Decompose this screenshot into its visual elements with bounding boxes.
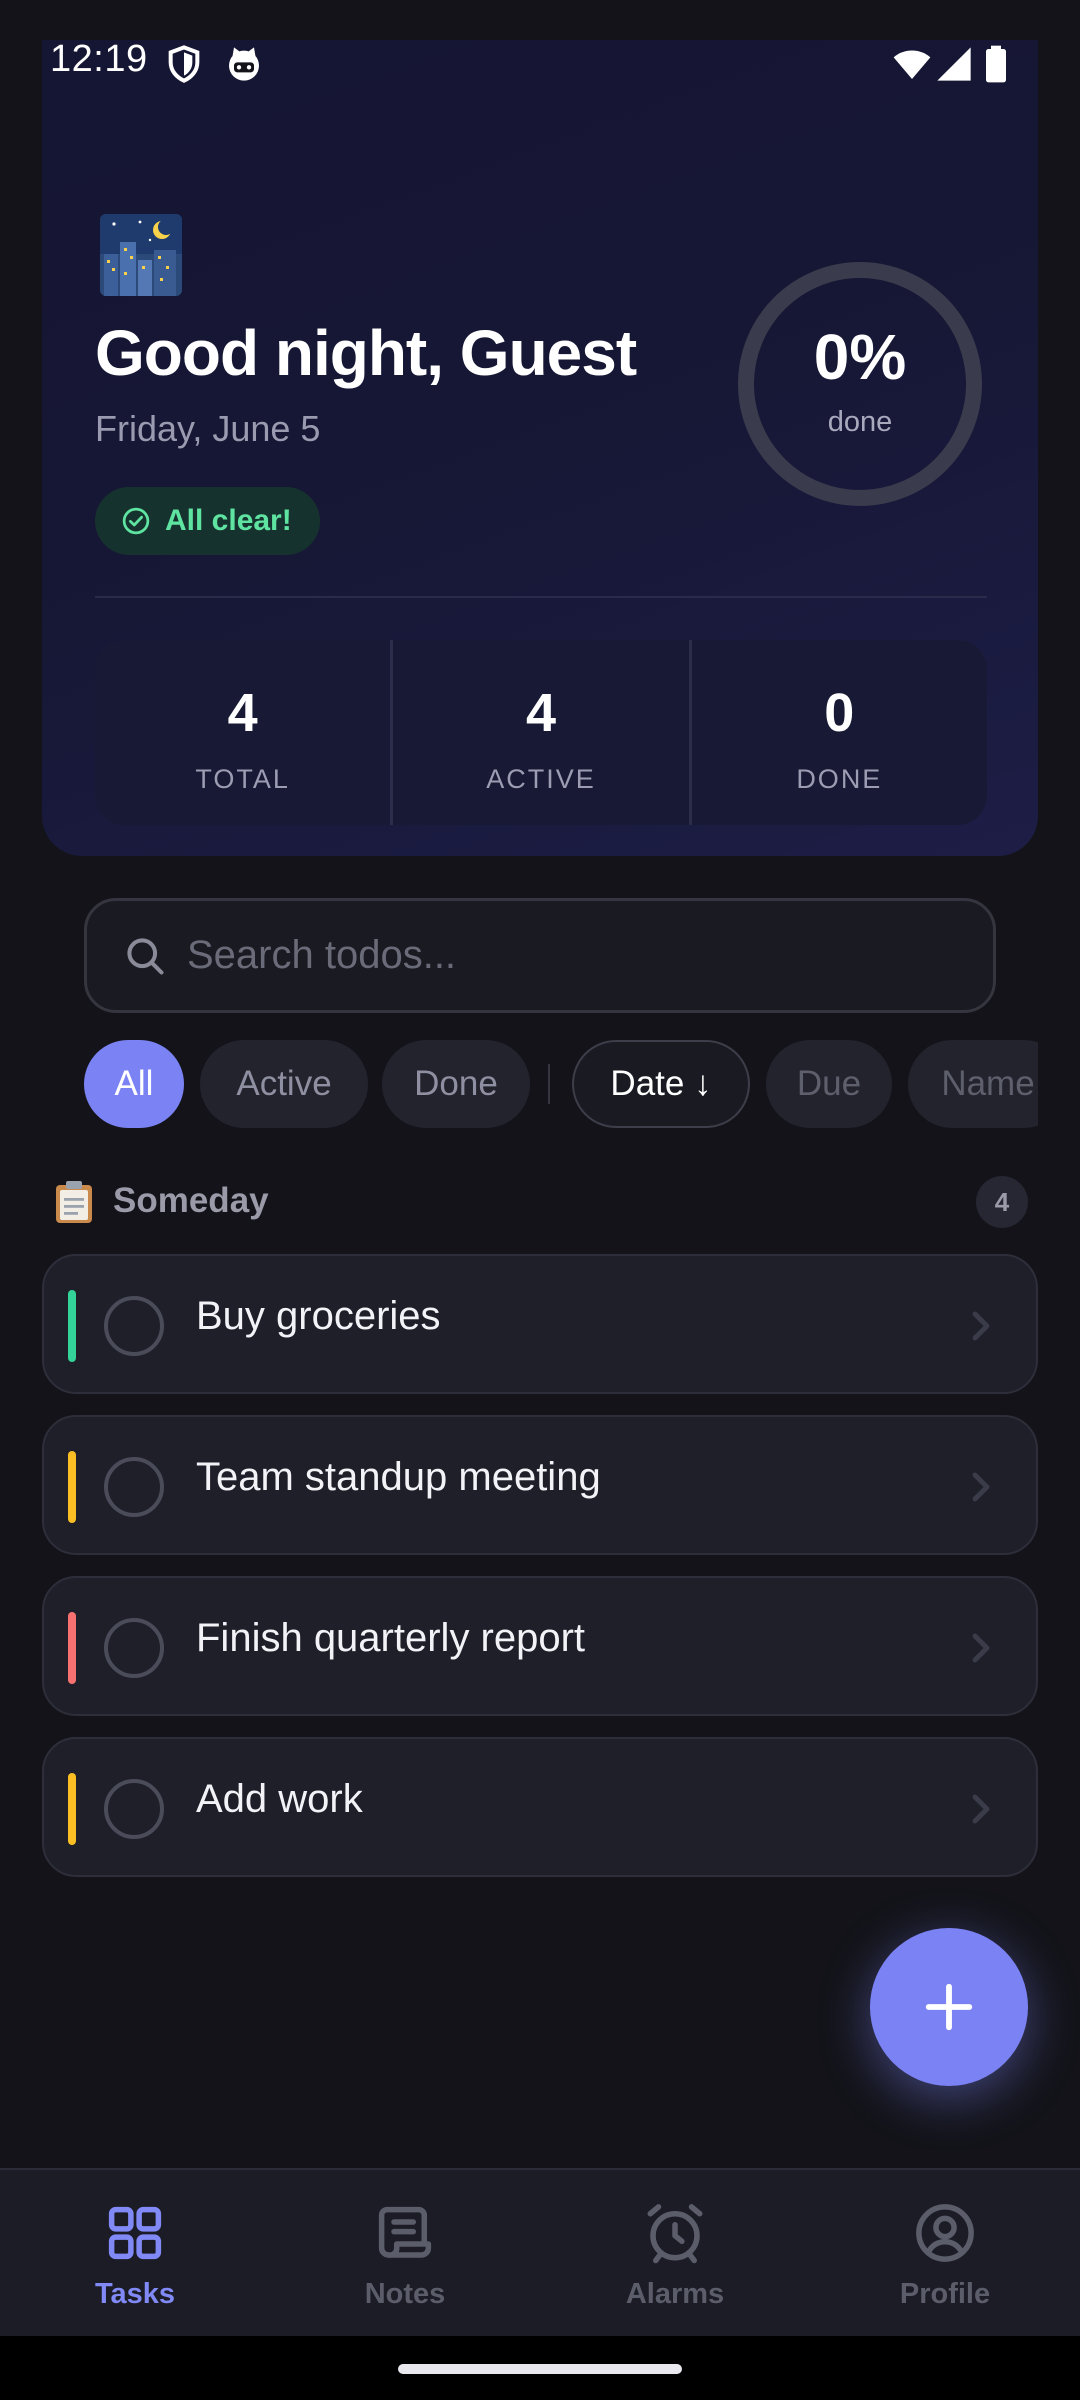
search-input[interactable] bbox=[187, 933, 947, 978]
task-checkbox[interactable] bbox=[104, 1779, 164, 1839]
night-city-icon bbox=[100, 214, 182, 296]
greeting-title: Good night, Guest bbox=[95, 317, 637, 389]
task-item[interactable]: Team standup meeting bbox=[42, 1415, 1038, 1555]
nav-alarms[interactable]: Alarms bbox=[540, 2170, 810, 2336]
badge-label: All clear! bbox=[165, 504, 292, 537]
filter-chips: All Active Done Date ↓ Due Name bbox=[84, 1040, 1038, 1128]
nav-label: Tasks bbox=[94, 2278, 176, 2310]
stat-active-label: ACTIVE bbox=[486, 764, 596, 794]
search-box[interactable] bbox=[84, 898, 996, 1013]
nav-label: Profile bbox=[899, 2278, 991, 2310]
stat-total: 4 TOTAL bbox=[95, 640, 394, 825]
home-indicator[interactable] bbox=[398, 2364, 682, 2374]
task-title: Buy groceries bbox=[196, 1294, 441, 1338]
priority-bar bbox=[68, 1451, 76, 1523]
user-icon bbox=[916, 2204, 974, 2262]
nav-label: Notes bbox=[364, 2278, 446, 2310]
add-task-button[interactable] bbox=[870, 1928, 1028, 2086]
task-title: Finish quarterly report bbox=[196, 1616, 586, 1660]
task-title: Team standup meeting bbox=[196, 1455, 601, 1499]
task-item[interactable]: Buy groceries bbox=[42, 1254, 1038, 1394]
filter-chip-done[interactable]: Done bbox=[382, 1040, 530, 1128]
grid-icon bbox=[108, 2206, 162, 2260]
task-checkbox[interactable] bbox=[104, 1618, 164, 1678]
filter-chip-all[interactable]: All bbox=[84, 1040, 184, 1128]
chevron-right-icon bbox=[972, 1311, 990, 1341]
section-count-badge: 4 bbox=[976, 1176, 1028, 1228]
section-title: Someday bbox=[113, 1181, 269, 1220]
stat-done: 0 DONE bbox=[692, 640, 987, 825]
divider bbox=[95, 596, 987, 598]
stat-total-value: 4 bbox=[227, 683, 258, 743]
nav-label: Alarms bbox=[625, 2278, 725, 2310]
alarm-icon bbox=[647, 2204, 703, 2264]
task-checkbox[interactable] bbox=[104, 1296, 164, 1356]
chevron-right-icon bbox=[972, 1472, 990, 1502]
progress-label: done bbox=[827, 406, 893, 438]
nav-tasks[interactable]: Tasks bbox=[0, 2170, 270, 2336]
stat-active: 4 ACTIVE bbox=[393, 640, 692, 825]
gesture-bar bbox=[0, 2336, 1080, 2400]
current-date: Friday, June 5 bbox=[95, 408, 321, 449]
priority-bar bbox=[68, 1773, 76, 1845]
clipboard-icon bbox=[56, 1181, 92, 1223]
stat-active-value: 4 bbox=[525, 683, 557, 743]
status-time: 12:19 bbox=[50, 38, 148, 80]
sort-chip-due[interactable]: Due bbox=[766, 1040, 892, 1128]
shield-icon bbox=[168, 45, 200, 83]
stat-done-value: 0 bbox=[824, 683, 855, 743]
filter-chip-active[interactable]: Active bbox=[200, 1040, 368, 1128]
chip-separator bbox=[548, 1064, 550, 1104]
sort-chip-date[interactable]: Date ↓ bbox=[572, 1040, 750, 1128]
chevron-right-icon bbox=[972, 1633, 990, 1663]
wifi-icon bbox=[893, 50, 931, 79]
check-circle-icon bbox=[122, 507, 150, 535]
bottom-nav: Tasks Notes Alarms Profile bbox=[0, 2168, 1080, 2336]
priority-bar bbox=[68, 1290, 76, 1362]
stat-done-label: DONE bbox=[796, 764, 883, 794]
cat-notification-icon bbox=[229, 47, 259, 81]
progress-percent: 0% bbox=[813, 321, 907, 393]
plus-icon bbox=[925, 1983, 973, 2031]
scroll-icon bbox=[378, 2206, 432, 2258]
stats-panel: 4 TOTAL 4 ACTIVE 0 DONE bbox=[95, 640, 987, 825]
task-title: Add work bbox=[196, 1777, 363, 1821]
status-badge: All clear! bbox=[95, 487, 320, 555]
nav-notes[interactable]: Notes bbox=[270, 2170, 540, 2336]
task-checkbox[interactable] bbox=[104, 1457, 164, 1517]
sort-chip-name[interactable]: Name bbox=[908, 1040, 1038, 1128]
priority-bar bbox=[68, 1612, 76, 1684]
todo-app-screen: 12:19 Good night, Guest Friday, June 5 A… bbox=[0, 0, 1080, 2400]
search-icon bbox=[127, 937, 164, 975]
task-item[interactable]: Add work bbox=[42, 1737, 1038, 1877]
stat-total-label: TOTAL bbox=[195, 764, 290, 794]
signal-icon bbox=[937, 47, 971, 81]
nav-profile[interactable]: Profile bbox=[810, 2170, 1080, 2336]
battery-icon bbox=[986, 45, 1006, 83]
status-bar: 12:19 bbox=[0, 0, 1080, 130]
chevron-right-icon bbox=[972, 1794, 990, 1824]
task-item[interactable]: Finish quarterly report bbox=[42, 1576, 1038, 1716]
